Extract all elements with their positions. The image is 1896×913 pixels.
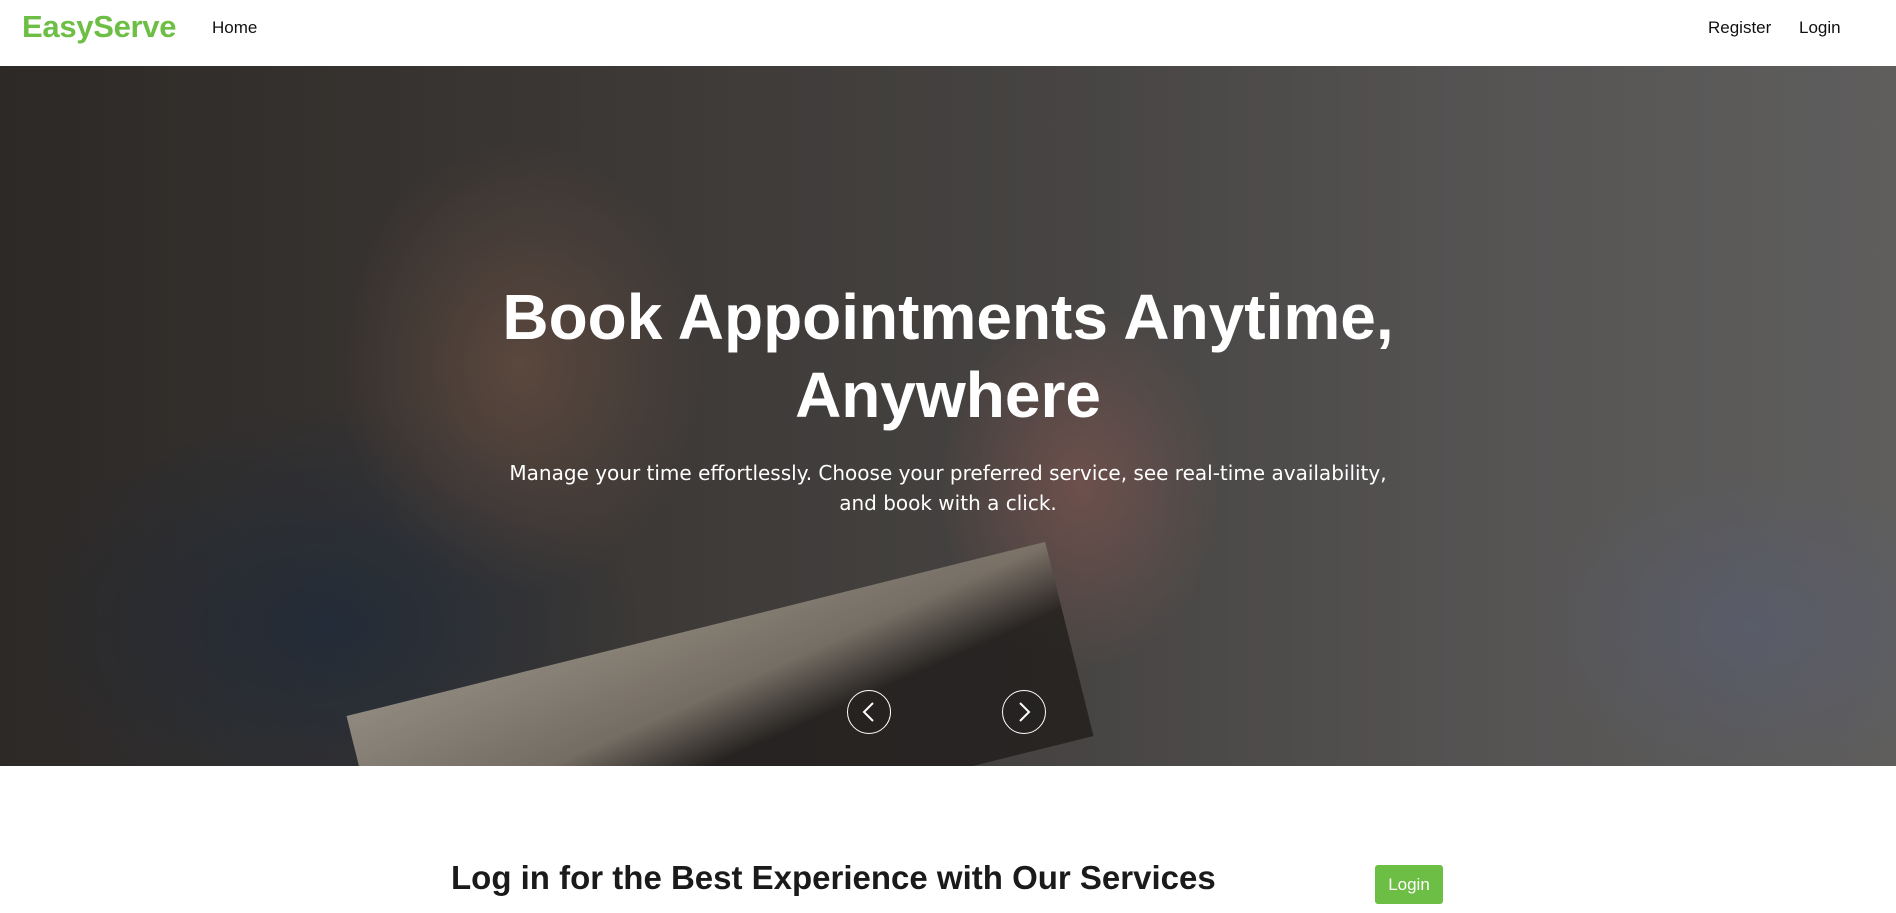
chevron-left-icon: [862, 702, 874, 722]
chevron-right-icon: [1019, 702, 1031, 722]
hero-title: Book Appointments Anytime, Anywhere: [502, 281, 1394, 431]
cta-login-button[interactable]: Login: [1375, 865, 1443, 904]
brand-logo[interactable]: EasyServe: [22, 9, 176, 45]
nav-home-link[interactable]: Home: [212, 18, 257, 38]
carousel-next-button[interactable]: [1002, 690, 1046, 734]
cta-title: Log in for the Best Experience with Our …: [451, 859, 1216, 896]
hero-carousel: Book Appointments Anytime, Anywhere Mana…: [0, 66, 1896, 766]
nav-register-link[interactable]: Register: [1708, 18, 1771, 38]
carousel-prev-button[interactable]: [847, 690, 891, 734]
nav-login-link[interactable]: Login: [1799, 18, 1841, 38]
hero-subtitle: Manage your time effortlessly. Choose yo…: [509, 461, 1387, 515]
navbar: EasyServe Home Register Login: [0, 0, 1896, 66]
